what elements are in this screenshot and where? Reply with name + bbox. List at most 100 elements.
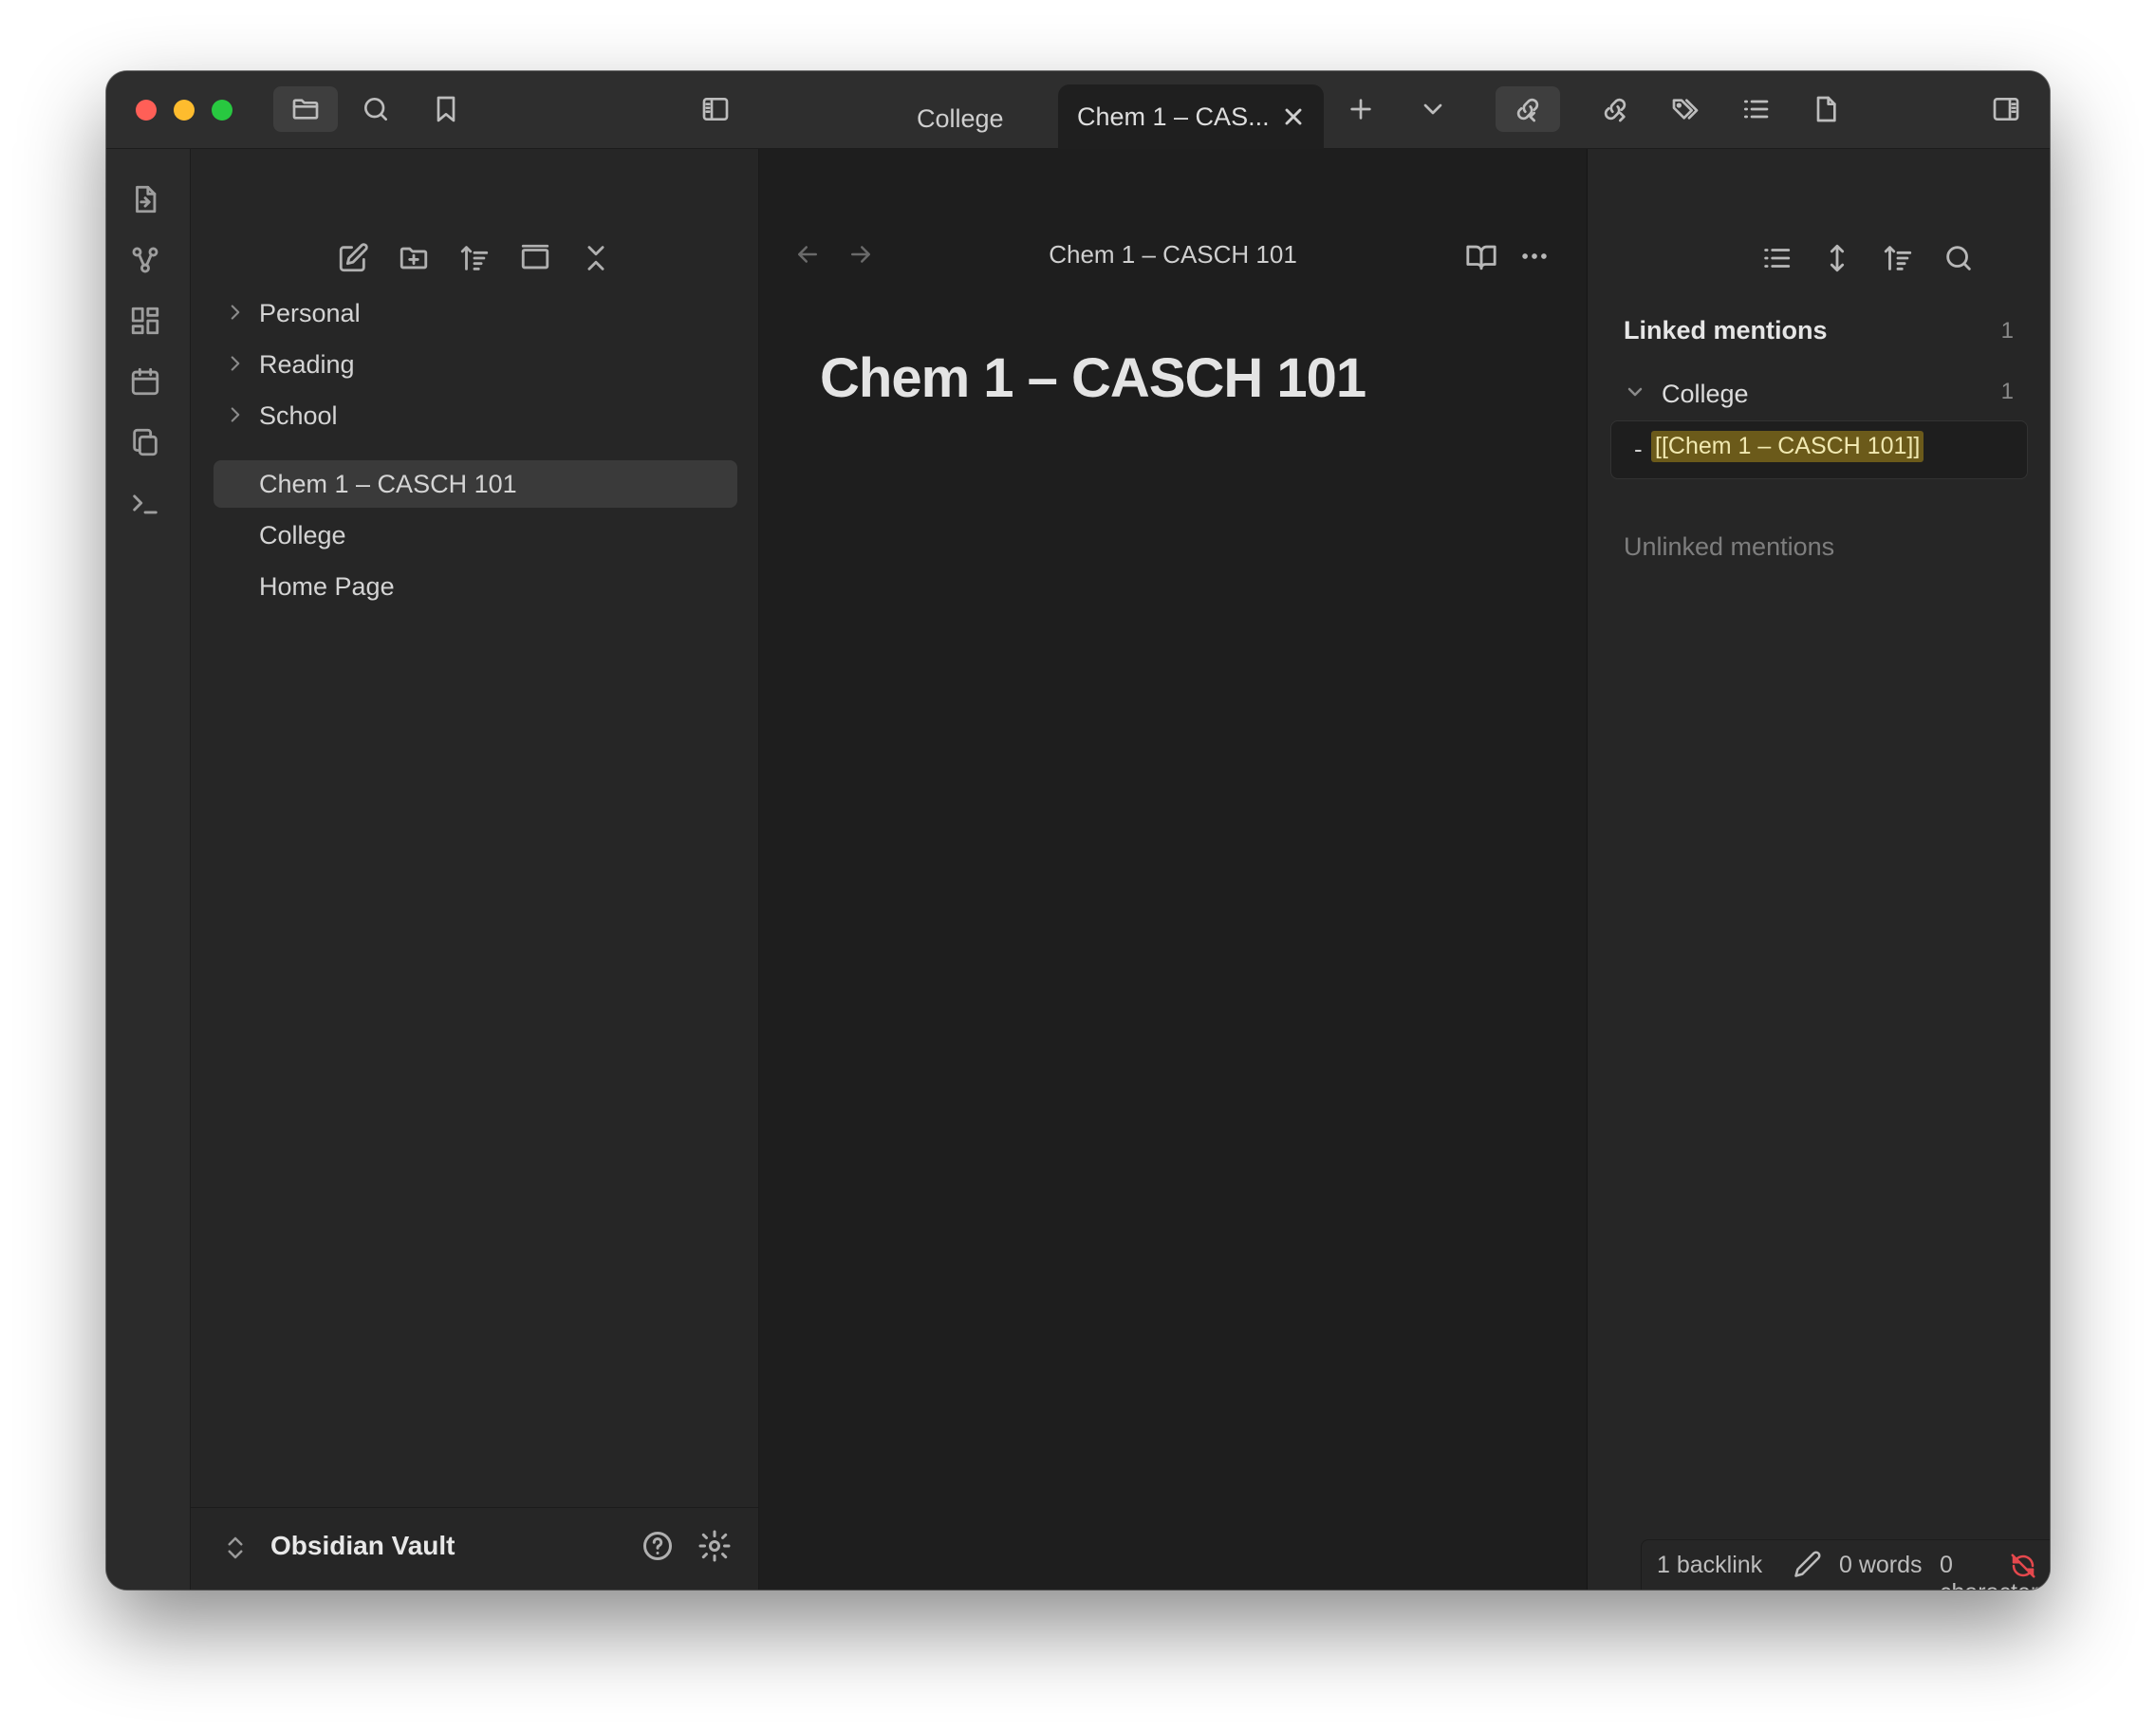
outline-view-button[interactable]: [1737, 90, 1775, 128]
move-vertical-icon: [1830, 244, 1845, 272]
folder-icon: [292, 99, 319, 120]
minimize-window-button[interactable]: [174, 100, 195, 121]
highlighted-match: [[Chem 1 – CASCH 101]]: [1651, 431, 1924, 462]
folder-reading[interactable]: Reading: [214, 341, 737, 388]
vault-switcher-button[interactable]: [221, 1533, 251, 1565]
file-label: Home Page: [259, 571, 395, 601]
close-window-button[interactable]: [136, 100, 157, 121]
file-chem-1[interactable]: Chem 1 – CASCH 101: [214, 460, 737, 508]
search-view-button[interactable]: [357, 90, 395, 128]
file-label: Chem 1 – CASCH 101: [259, 469, 517, 498]
edit-mode-button[interactable]: [1794, 1550, 1824, 1580]
chevron-down-icon: [1423, 103, 1442, 115]
command-palette-button[interactable]: [129, 487, 167, 525]
reading-view-button[interactable]: [1465, 240, 1503, 278]
linked-mentions-heading[interactable]: Linked mentions: [1624, 316, 1828, 345]
file-explorer: Personal Reading School Chem 1 – CASCH 1…: [191, 149, 759, 1590]
canvas-button[interactable]: [129, 305, 167, 343]
chevron-right-icon: [223, 351, 250, 378]
file-label: College: [259, 520, 346, 549]
tags-view-button[interactable]: [1666, 90, 1704, 128]
new-note-button[interactable]: [337, 242, 375, 280]
tags-icon: [1672, 99, 1699, 120]
show-more-context-button[interactable]: [1821, 242, 1859, 280]
file-college[interactable]: College: [214, 512, 737, 559]
tab-college[interactable]: College: [810, 90, 1095, 147]
search-icon: [364, 98, 387, 121]
file-icon: [1816, 96, 1836, 122]
status-bar: 1 backlink 0 words 0 characters: [1641, 1539, 2050, 1590]
sync-off-icon: [2011, 1554, 2035, 1578]
plus-icon: [1350, 99, 1371, 120]
copy-icon: [133, 428, 158, 456]
files-view-button[interactable]: [273, 86, 338, 132]
sort-button[interactable]: [458, 242, 496, 280]
outgoing-links-view-button[interactable]: [1596, 90, 1634, 128]
sidebar-left-icon: [702, 98, 729, 121]
toggle-right-sidebar-button[interactable]: [1987, 90, 2025, 128]
folder-personal[interactable]: Personal: [214, 289, 737, 337]
tab-label: Chem 1 – CAS...: [1077, 102, 1270, 131]
toggle-left-sidebar-button[interactable]: [697, 90, 734, 128]
sort-icon: [1884, 246, 1912, 270]
help-button[interactable]: [641, 1529, 678, 1567]
backlink-count[interactable]: 1 backlink: [1657, 1552, 1762, 1579]
zoom-window-button[interactable]: [212, 100, 232, 121]
collapse-all-button[interactable]: [580, 242, 618, 280]
book-open-icon: [1466, 245, 1496, 270]
graph-icon: [132, 247, 158, 273]
file-home-page[interactable]: Home Page: [214, 563, 737, 610]
chevron-right-icon: [223, 300, 250, 326]
new-folder-button[interactable]: [398, 242, 436, 280]
help-circle-icon: [643, 1532, 672, 1560]
open-quick-switcher-button[interactable]: [129, 183, 167, 221]
outgoing-link-icon: [1604, 98, 1626, 122]
view-header-title[interactable]: Chem 1 – CASCH 101: [759, 240, 1587, 270]
new-tab-button[interactable]: [1342, 90, 1380, 128]
backlink-icon: [1516, 98, 1539, 122]
terminal-icon: [133, 494, 158, 514]
note-title[interactable]: Chem 1 – CASCH 101: [820, 346, 1366, 410]
bookmarks-view-button[interactable]: [427, 90, 465, 128]
chevron-down-icon: [1624, 381, 1650, 407]
auto-reveal-button[interactable]: [519, 242, 557, 280]
backlinks-view-button[interactable]: [1496, 86, 1560, 132]
tab-list-button[interactable]: [1414, 90, 1452, 128]
graph-view-button[interactable]: [129, 244, 167, 282]
backlinks-panel: Linked mentions 1 College 1 - [[Chem 1 –…: [1588, 149, 2050, 1590]
daily-note-button[interactable]: [129, 365, 167, 403]
editor-pane: Chem 1 – CASCH 101 Chem 1 – CASCH 101: [759, 149, 1588, 1590]
collapse-results-button[interactable]: [1760, 242, 1798, 280]
linked-mentions-count: 1: [2000, 318, 2014, 344]
folder-label: Personal: [259, 298, 361, 327]
tab-chem-1[interactable]: Chem 1 – CAS...: [1058, 84, 1324, 149]
edit-icon: [339, 243, 368, 272]
list-icon: [1744, 100, 1769, 119]
sort-button[interactable]: [1882, 242, 1920, 280]
folder-school[interactable]: School: [214, 392, 737, 439]
ribbon: [106, 149, 191, 1590]
more-options-button[interactable]: [1518, 240, 1556, 278]
backlink-group-college[interactable]: College: [1624, 375, 2013, 413]
folder-plus-icon: [400, 247, 428, 270]
backlink-result[interactable]: - [[Chem 1 – CASCH 101]]: [1610, 420, 2028, 479]
folder-label: Reading: [259, 349, 355, 379]
chevron-right-icon: [223, 402, 250, 429]
group-label: College: [1662, 379, 1749, 408]
settings-button[interactable]: [697, 1529, 735, 1567]
close-tab-button[interactable]: [1280, 103, 1307, 130]
backlink-group-count: 1: [2000, 379, 2014, 404]
unlinked-mentions-heading[interactable]: Unlinked mentions: [1624, 532, 1834, 562]
vault-name[interactable]: Obsidian Vault: [270, 1531, 455, 1561]
file-properties-button[interactable]: [1807, 90, 1845, 128]
bookmark-icon: [437, 96, 455, 122]
tab-label: College: [917, 103, 1004, 133]
search-filter-button[interactable]: [1942, 242, 1980, 280]
sync-status-button[interactable]: [2009, 1552, 2039, 1582]
close-icon: [1285, 108, 1302, 125]
templates-button[interactable]: [129, 426, 167, 464]
sidebar-right-icon: [1993, 98, 2019, 121]
chevrons-up-down-icon: [228, 1536, 243, 1559]
more-horizontal-icon: [1522, 253, 1547, 259]
chevrons-collapse-icon: [587, 246, 604, 270]
